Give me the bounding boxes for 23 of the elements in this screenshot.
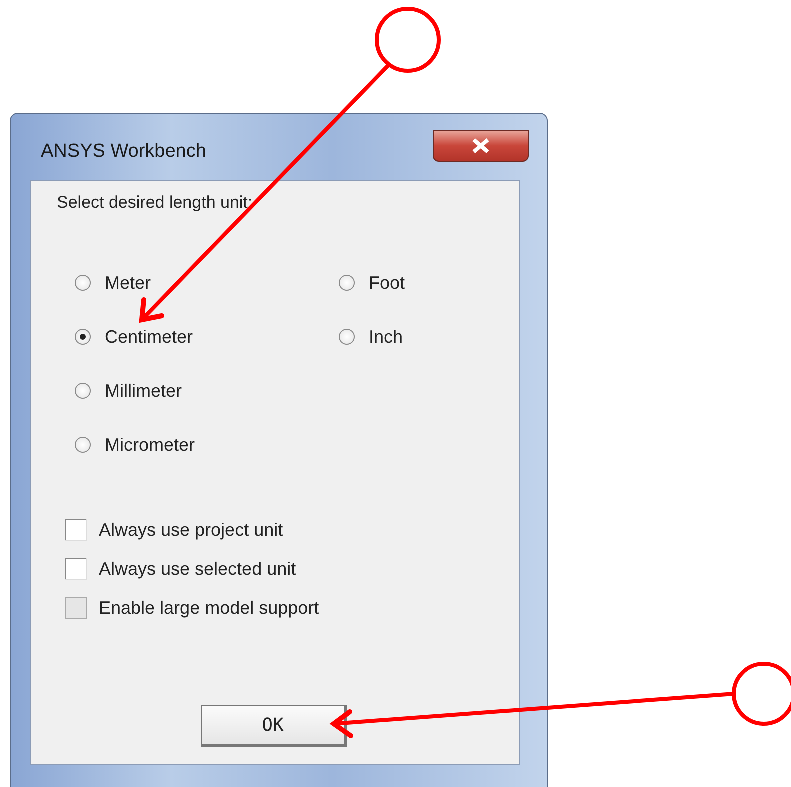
radio-label: Centimeter — [105, 326, 194, 348]
close-icon — [470, 137, 492, 155]
radio-button[interactable] — [75, 383, 91, 399]
annotation-circle — [375, 7, 441, 73]
checkbox-label: Enable large model support — [99, 598, 320, 618]
radio-label: Inch — [369, 326, 404, 348]
radio-label: Foot — [369, 272, 406, 294]
radio-button[interactable] — [75, 437, 91, 453]
radio-label: Meter — [105, 272, 152, 294]
radio-label: Micrometer — [105, 434, 196, 456]
radio-button[interactable] — [339, 329, 355, 345]
checkbox[interactable] — [65, 519, 87, 541]
checkbox[interactable] — [65, 558, 87, 580]
radio-button[interactable] — [339, 275, 355, 291]
radio-label: Millimeter — [105, 380, 182, 402]
close-button[interactable] — [433, 130, 529, 162]
radio-button[interactable] — [75, 329, 91, 345]
radio-button[interactable] — [75, 275, 91, 291]
checkbox-label: Always use project unit — [99, 520, 284, 540]
window-title: ANSYS Workbench — [41, 141, 206, 163]
checkbox-label: Always use selected unit — [99, 558, 296, 580]
ok-button[interactable]: OK — [201, 705, 347, 747]
prompt-label: Select desired length unit: — [57, 193, 253, 213]
